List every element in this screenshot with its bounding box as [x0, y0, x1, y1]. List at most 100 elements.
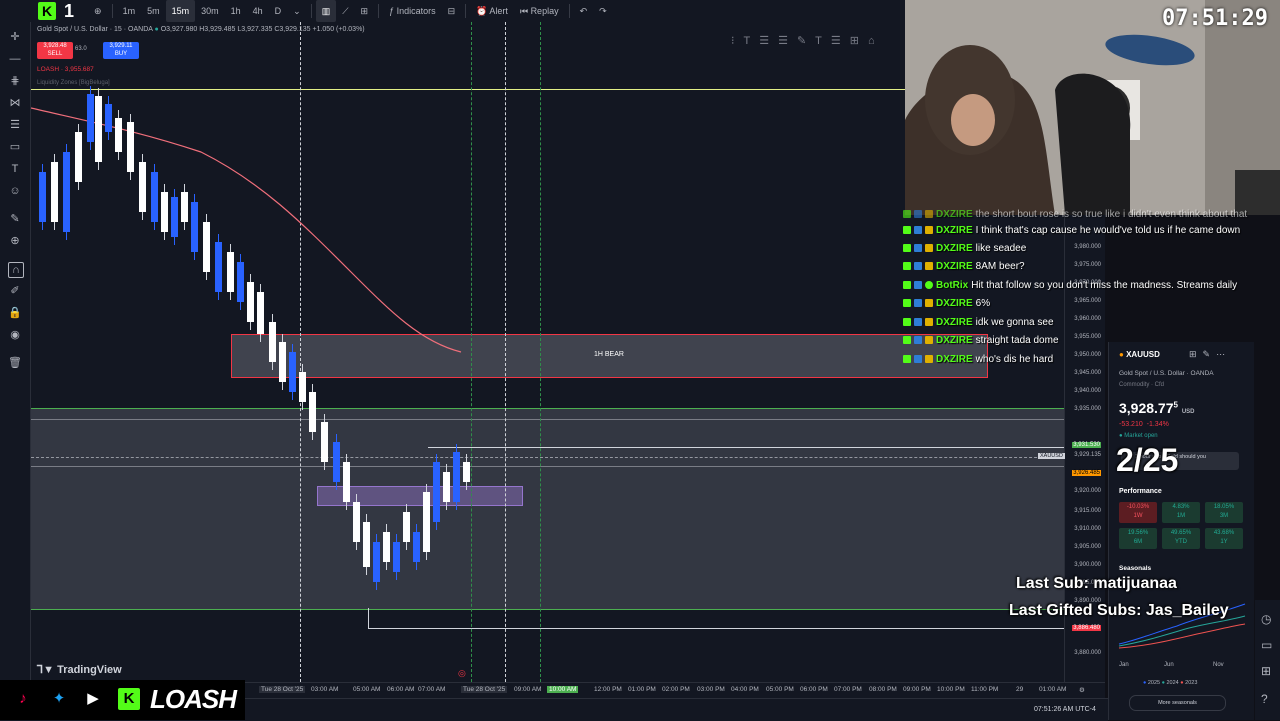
candle [279, 342, 286, 382]
panel-symbol[interactable]: ● XAUUSD [1119, 350, 1160, 359]
chat-text: 6% [975, 297, 991, 309]
help-icon[interactable]: ? [1261, 692, 1268, 706]
panel-price: 3,928.775 USD [1119, 400, 1195, 416]
panel-actions[interactable]: ⊞✎⋯ [1189, 349, 1231, 360]
compare-icon[interactable]: ⊞ [355, 0, 375, 22]
chat-username: DXZIRE [936, 334, 973, 346]
kick-badge-icon [903, 226, 911, 234]
line-chart-icon[interactable]: ⟋ [336, 0, 354, 22]
text-icon[interactable]: T [8, 162, 22, 176]
candle [321, 422, 328, 462]
season-month: Jan [1119, 662, 1129, 668]
redo-icon[interactable]: ↷ [593, 0, 613, 22]
add-symbol-icon[interactable]: ⊕ [88, 0, 108, 22]
time-tick: 10:00 PM [937, 686, 965, 693]
indicators-icon: ƒ [389, 6, 395, 16]
goal-counter: 2/25 [1116, 442, 1179, 478]
chat-text: like seadee [975, 242, 1027, 254]
target-icon[interactable]: ◎ [458, 668, 466, 679]
candle [433, 462, 440, 522]
time-tick-green: 10:00 AM [547, 686, 579, 693]
kick-badge-icon [903, 281, 911, 289]
perf-value: -10.03% [1126, 504, 1150, 510]
candle [403, 512, 410, 542]
chat-username: BotRix [936, 279, 969, 291]
chat-message: DXZIRE 6% [903, 294, 990, 312]
timeframe-5m[interactable]: 5m [141, 0, 166, 22]
layout-icon[interactable]: ⊟ [442, 0, 462, 22]
perf-value: 18.05% [1213, 504, 1235, 510]
candle [203, 222, 210, 272]
brush-icon[interactable]: ▭ [8, 140, 22, 154]
perf-6m: 19.56% 6M [1119, 528, 1157, 549]
timeframe-1m[interactable]: 1m [117, 0, 142, 22]
marked-price-bottom: 3,886.480 [1072, 625, 1101, 631]
stream-clock: 07:51:29 [1162, 6, 1268, 31]
indicators-button[interactable]: ƒ Indicators [383, 0, 442, 22]
symbol-details-panel: ● XAUUSD ⊞✎⋯ Gold Spot / U.S. Dollar · O… [1108, 342, 1254, 720]
candle [309, 392, 316, 432]
time-tick: 02:00 PM [662, 686, 690, 693]
chevron-down-icon[interactable]: ⌄ [287, 0, 307, 22]
stay-drawing-icon[interactable]: ✐ [8, 284, 22, 298]
chat-icon[interactable]: ▭ [1261, 638, 1272, 652]
panel-name: Gold Spot / U.S. Dollar · OANDA [1119, 370, 1214, 377]
alert-button[interactable]: ⏰ Alert [470, 0, 514, 22]
price-tick: 3,945.000 [1074, 370, 1101, 376]
zoom-icon[interactable]: ⊕ [8, 234, 22, 248]
timeframe-d[interactable]: D [269, 0, 288, 22]
panel-change: -53.210 -1.34% [1119, 421, 1169, 428]
marked-price-low: 3,926.485 [1072, 470, 1101, 476]
kick-badge-icon [903, 262, 911, 270]
eye-icon[interactable]: ◉ [8, 328, 22, 342]
lock-icon[interactable]: 🔒 [8, 306, 22, 320]
replay-button[interactable]: ⏮ Replay [514, 0, 565, 22]
utc-clock: 07:51:26 AM UTC-4 [1034, 706, 1096, 713]
candle [247, 282, 254, 322]
undo-icon[interactable]: ↶ [574, 0, 594, 22]
time-tick: 11:00 PM [971, 686, 999, 693]
alarm-clock-icon[interactable]: ◷ [1261, 612, 1271, 626]
candle [161, 192, 168, 232]
candles-icon[interactable]: ▥ [315, 0, 337, 22]
perf-1m: 4.83% 1M [1162, 502, 1200, 523]
fib-icon[interactable]: ⋕ [8, 74, 22, 88]
last-sub: Last Sub: matijuanaa [1016, 575, 1177, 592]
pattern-icon[interactable]: ⋈ [8, 96, 22, 110]
projection-icon[interactable]: ☰ [8, 118, 22, 132]
chat-username: DXZIRE [936, 242, 973, 254]
trendline-icon[interactable]: — [8, 52, 22, 66]
magnet-icon[interactable]: ∩ [8, 262, 24, 278]
season-legend: ● 2025 ● 2024 ● 2023 [1143, 680, 1198, 686]
season-month: Nov [1213, 662, 1224, 668]
timeframe-15m[interactable]: 15m [165, 0, 196, 22]
panel-category: Commodity · Cfd [1119, 382, 1165, 388]
timeframe-30m[interactable]: 30m [195, 0, 225, 22]
candle [227, 252, 234, 292]
chat-text: Hit that follow so you don't miss the ma… [971, 279, 1238, 291]
candle [191, 202, 198, 252]
time-tick: 06:00 PM [800, 686, 828, 693]
trash-icon[interactable]: 🗑 [8, 356, 22, 370]
timeframe-1h[interactable]: 1h [225, 0, 247, 22]
mod-badge-icon [914, 281, 922, 289]
kick-logo-icon: K [38, 2, 56, 20]
kick-badge-icon [903, 299, 911, 307]
perf-period: 3M [1219, 513, 1229, 519]
crosshair-icon[interactable]: ✛ [8, 30, 22, 44]
emoji-icon[interactable]: ☺ [8, 184, 22, 198]
divider [378, 4, 380, 18]
panel-name-text: Gold Spot / U.S. Dollar [1119, 370, 1185, 377]
market-status: ● Market open [1119, 433, 1158, 439]
candle [363, 522, 370, 567]
settings-gear-icon[interactable]: ⚙ [1079, 686, 1085, 694]
timeframe-4h[interactable]: 4h [247, 0, 269, 22]
chat-username: DXZIRE [936, 260, 973, 272]
perf-3m: 18.05% 3M [1205, 502, 1243, 523]
chat-message: DXZIRE like seadee [903, 239, 1026, 257]
ruler-icon[interactable]: ✎ [8, 212, 22, 226]
chat-message: DXZIRE who's dis he hard [903, 350, 1053, 368]
apps-icon[interactable]: ⊞ [1261, 664, 1271, 678]
tradingview-logo-icon: ⅂▼ [37, 664, 55, 676]
more-seasonals-button[interactable]: More seasonals [1129, 695, 1226, 711]
